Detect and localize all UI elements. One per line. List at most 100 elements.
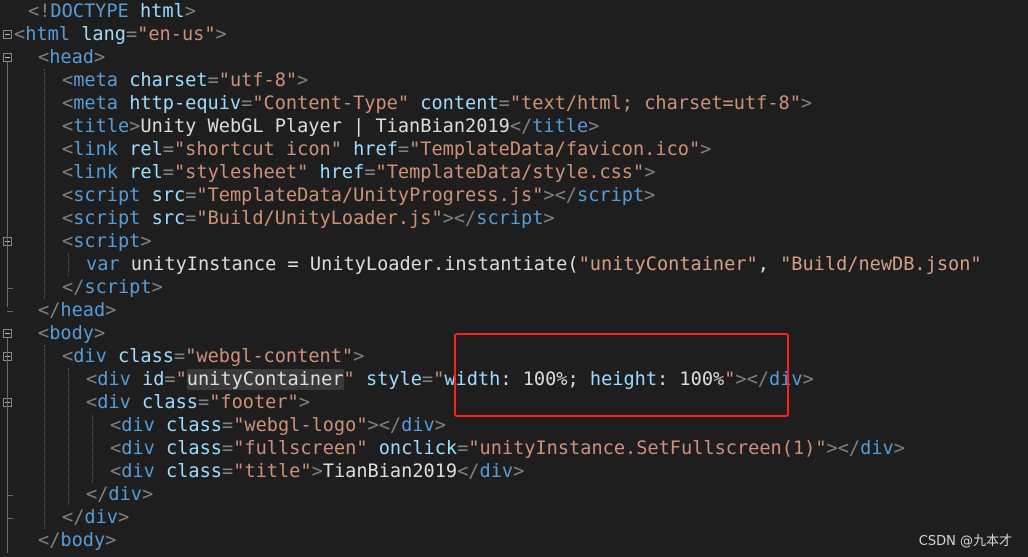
code-token: class	[166, 438, 222, 459]
code-token: >	[588, 116, 600, 137]
code-token: <	[62, 139, 74, 160]
code-token: "stylesheet"	[173, 162, 309, 183]
code-token: <	[86, 369, 98, 390]
code-token: =	[421, 369, 434, 390]
code-line-text: <meta charset="utf-8">	[62, 69, 308, 92]
code-token: <!	[28, 1, 51, 22]
watermark: CSDN @九本才	[918, 534, 1012, 549]
code-token: =	[197, 392, 210, 413]
red-highlight-box	[454, 333, 789, 417]
code-line-text: </body>	[38, 529, 116, 552]
fold-toggle-icon[interactable]	[3, 53, 12, 62]
code-token: =	[162, 139, 174, 160]
code-token: </	[457, 461, 480, 482]
code-token: >	[802, 369, 814, 390]
code-token: >	[434, 415, 446, 436]
code-line-text: <body>	[38, 322, 105, 345]
code-token: >	[644, 162, 656, 183]
indent-guide	[92, 414, 93, 483]
code-token: </	[86, 484, 109, 505]
code-token: head	[60, 300, 106, 321]
fold-guide-line	[7, 246, 8, 286]
code-line-text: <!DOCTYPE html>	[28, 0, 196, 23]
code-token: =	[162, 162, 174, 183]
fold-toggle-icon[interactable]	[3, 30, 12, 39]
code-token: div	[97, 392, 131, 413]
code-token: Unity WebGL Player | TianBian2019	[140, 116, 510, 137]
code-token: "Build/newDB.json"	[780, 254, 982, 275]
indent-guide	[44, 69, 45, 299]
code-token: >	[140, 231, 152, 252]
code-token: >	[93, 47, 106, 68]
code-token: lang	[81, 24, 126, 45]
code-token: "shortcut icon"	[173, 139, 342, 160]
code-token: <	[14, 24, 26, 45]
code-token: div	[84, 507, 118, 528]
code-token: ,	[757, 254, 781, 275]
code-token: div	[479, 461, 514, 482]
code-token: <	[62, 70, 74, 91]
code-line-text: <title>Unity WebGL Player | TianBian2019…	[62, 115, 599, 138]
code-token: <	[62, 346, 74, 367]
code-token: <	[38, 47, 50, 68]
code-token: >	[215, 24, 227, 45]
code-token: div	[401, 415, 435, 436]
code-token: >	[141, 484, 154, 505]
code-line-text: </div>	[86, 483, 153, 506]
code-token: "TemplateData/style.css"	[375, 162, 645, 183]
code-line-text: <div class="footer">	[86, 391, 310, 414]
code-token: rel	[129, 139, 163, 160]
code-token: =	[207, 70, 219, 91]
code-token: div	[108, 484, 142, 505]
code-token: <	[62, 231, 74, 252]
code-token: =	[185, 208, 197, 229]
code-token: class	[166, 415, 222, 436]
code-token: =	[221, 415, 234, 436]
code-token: <	[86, 392, 98, 413]
code-token: charset	[129, 70, 208, 91]
code-token: title	[532, 116, 589, 137]
code-token: <	[62, 208, 74, 229]
code-token: <	[62, 116, 74, 137]
code-token: >	[297, 70, 309, 91]
code-editor[interactable]: <!DOCTYPE html> <html lang="en-us"> <head>…	[0, 0, 1028, 557]
code-token: "unityContainer"	[578, 254, 758, 275]
fold-toggle-icon[interactable]	[3, 329, 12, 338]
code-token: "title"	[233, 461, 312, 482]
code-token: =	[241, 93, 253, 114]
code-token: =	[185, 185, 197, 206]
code-token: </	[62, 277, 85, 298]
code-token: body	[60, 530, 106, 551]
code-token: ></	[543, 185, 577, 206]
code-token: script	[577, 185, 645, 206]
code-token: script	[73, 185, 141, 206]
code-token: head	[49, 47, 94, 68]
code-token: ></	[442, 208, 477, 229]
code-token: src	[151, 185, 186, 206]
code-line-text: <div class="fullscreen" onclick="unityIn…	[110, 437, 905, 460]
code-line-text: </script>	[62, 276, 163, 299]
code-token: div	[121, 461, 155, 482]
code-token: >	[543, 208, 555, 229]
code-token: class	[142, 392, 198, 413]
fold-end-marker	[7, 288, 13, 289]
code-token: title	[73, 116, 130, 137]
code-token: script	[73, 208, 141, 229]
code-token: >	[513, 461, 525, 482]
code-token: unityContainer	[186, 369, 344, 390]
code-token: "Content-Type"	[252, 93, 410, 114]
code-line-text: <link rel="shortcut icon" href="Template…	[62, 138, 711, 161]
code-line-text: <script src="TemplateData/UnityProgress.…	[62, 184, 655, 207]
code-token: </	[62, 507, 85, 528]
code-token: =	[125, 24, 138, 45]
code-token: "webgl-content"	[185, 346, 354, 367]
code-token: >	[184, 1, 196, 22]
